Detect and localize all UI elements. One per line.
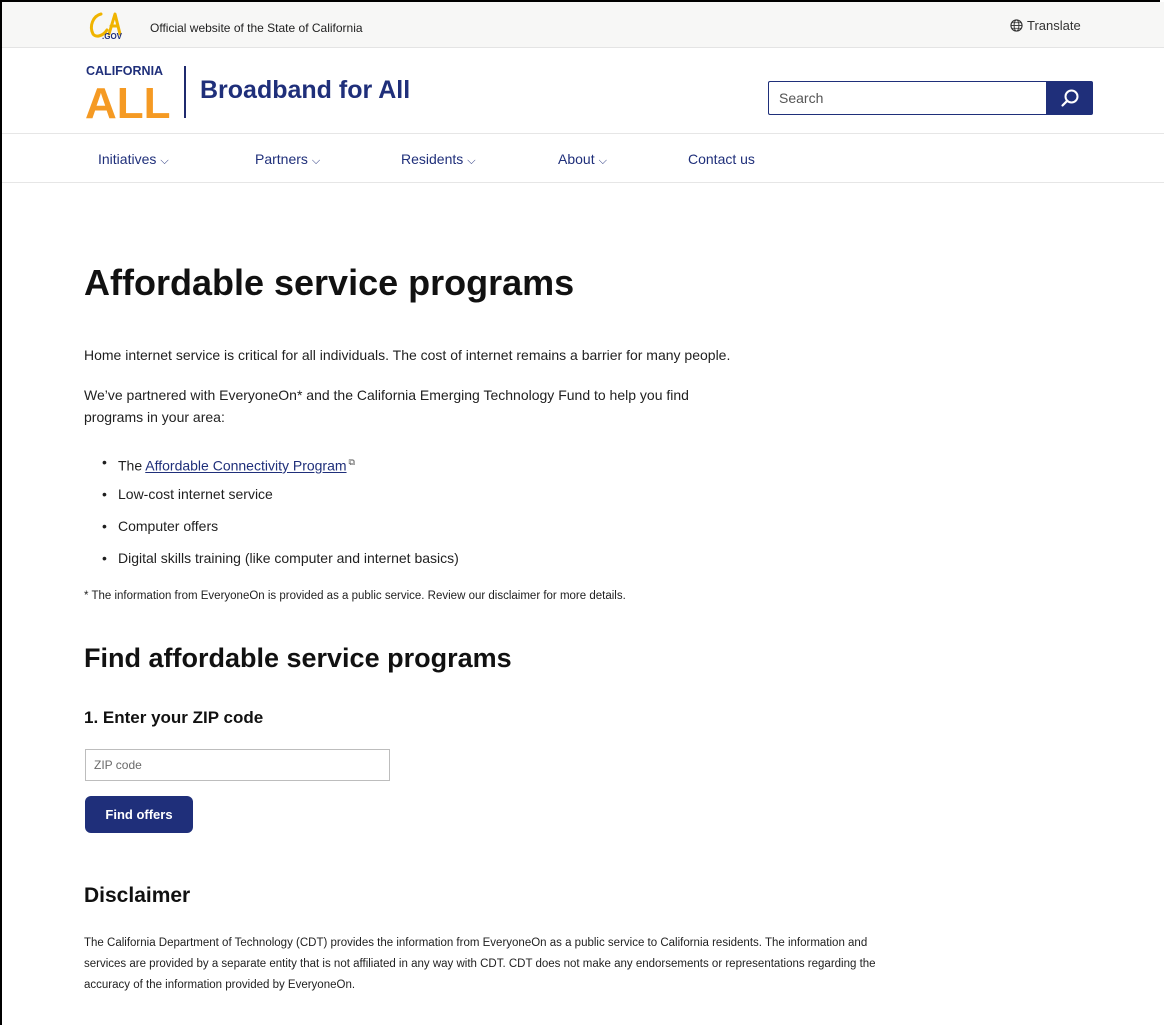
external-link-icon: ⧉ — [348, 457, 355, 467]
nav-item-initiatives[interactable]: Initiatives ⌵ — [98, 151, 169, 168]
california-all-logo[interactable]: CALIFORNIA ALL — [86, 62, 181, 120]
find-offers-button[interactable]: Find offers — [85, 796, 193, 833]
site-header: CALIFORNIA ALL Broadband for All — [2, 48, 1164, 134]
disclaimer-line-1: The California Department of Technology … — [84, 937, 868, 949]
chevron-down-icon: ⌵ — [160, 155, 169, 167]
find-programs-heading: Find affordable service programs — [84, 643, 512, 673]
list-item: Computer offers — [84, 515, 459, 547]
nav-item-label: Residents — [401, 151, 464, 167]
nav-item-label: Partners — [255, 151, 308, 167]
brand-top-text: CALIFORNIA — [86, 64, 163, 78]
translate-button[interactable]: Translate — [1010, 18, 1081, 33]
zip-code-input[interactable] — [85, 749, 390, 781]
nav-item-partners[interactable]: Partners ⌵ — [255, 151, 320, 168]
nav-item-label: Contact us — [688, 151, 755, 167]
nav-item-contact-us[interactable]: Contact us — [688, 151, 755, 167]
partner-paragraph: We’ve partnered with EveryoneOn* and the… — [84, 384, 689, 428]
utility-bar: .GOV Official website of the State of Ca… — [2, 2, 1164, 48]
nav-item-residents[interactable]: Residents ⌵ — [401, 151, 476, 168]
intro-paragraph: Home internet service is critical for al… — [84, 347, 731, 363]
nav-item-label: About — [558, 151, 595, 167]
nav-item-about[interactable]: About ⌵ — [558, 151, 607, 168]
programs-list: The Affordable Connectivity Program⧉ Low… — [84, 451, 459, 579]
list-item: Digital skills training (like computer a… — [84, 547, 459, 579]
ca-gov-logo[interactable]: .GOV — [87, 10, 127, 40]
nav-item-label: Initiatives — [98, 151, 157, 167]
page-title: Affordable service programs — [84, 262, 575, 303]
translate-label: Translate — [1027, 18, 1081, 33]
search-icon — [1060, 89, 1078, 107]
globe-icon — [1010, 19, 1023, 32]
disclaimer-line-3: accuracy of the information provided by … — [84, 979, 356, 991]
chevron-down-icon: ⌵ — [598, 155, 607, 167]
site-title[interactable]: Broadband for All — [200, 76, 410, 105]
brand-bottom-text: ALL — [86, 79, 171, 120]
list-item: The Affordable Connectivity Program⧉ — [84, 451, 459, 483]
chevron-down-icon: ⌵ — [467, 155, 476, 167]
search-button[interactable] — [1046, 81, 1093, 115]
disclaimer-text: The California Department of Technology … — [84, 933, 1094, 996]
list-item: Low-cost internet service — [84, 483, 459, 515]
search-form — [768, 81, 1093, 115]
official-website-text: Official website of the State of Califor… — [150, 21, 363, 35]
footnote: * The information from EveryoneOn is pro… — [84, 590, 626, 602]
main-nav: Initiatives ⌵ Partners ⌵ Residents ⌵ About ⌵… — [2, 134, 1164, 183]
partner-line-1: We’ve partnered with EveryoneOn* and the… — [84, 387, 689, 403]
chevron-down-icon: ⌵ — [311, 155, 321, 167]
affordable-connectivity-program-link[interactable]: Affordable Connectivity Program — [145, 458, 346, 474]
partner-line-2: programs in your area: — [84, 409, 225, 425]
step-1-heading: 1. Enter your ZIP code — [84, 708, 264, 727]
svg-text:.GOV: .GOV — [102, 32, 123, 40]
list-item-prefix: The — [118, 457, 143, 474]
search-input[interactable] — [768, 81, 1046, 115]
brand-divider — [184, 66, 186, 118]
disclaimer-line-2: services are provided by a separate enti… — [84, 958, 876, 970]
disclaimer-heading: Disclaimer — [84, 884, 191, 907]
